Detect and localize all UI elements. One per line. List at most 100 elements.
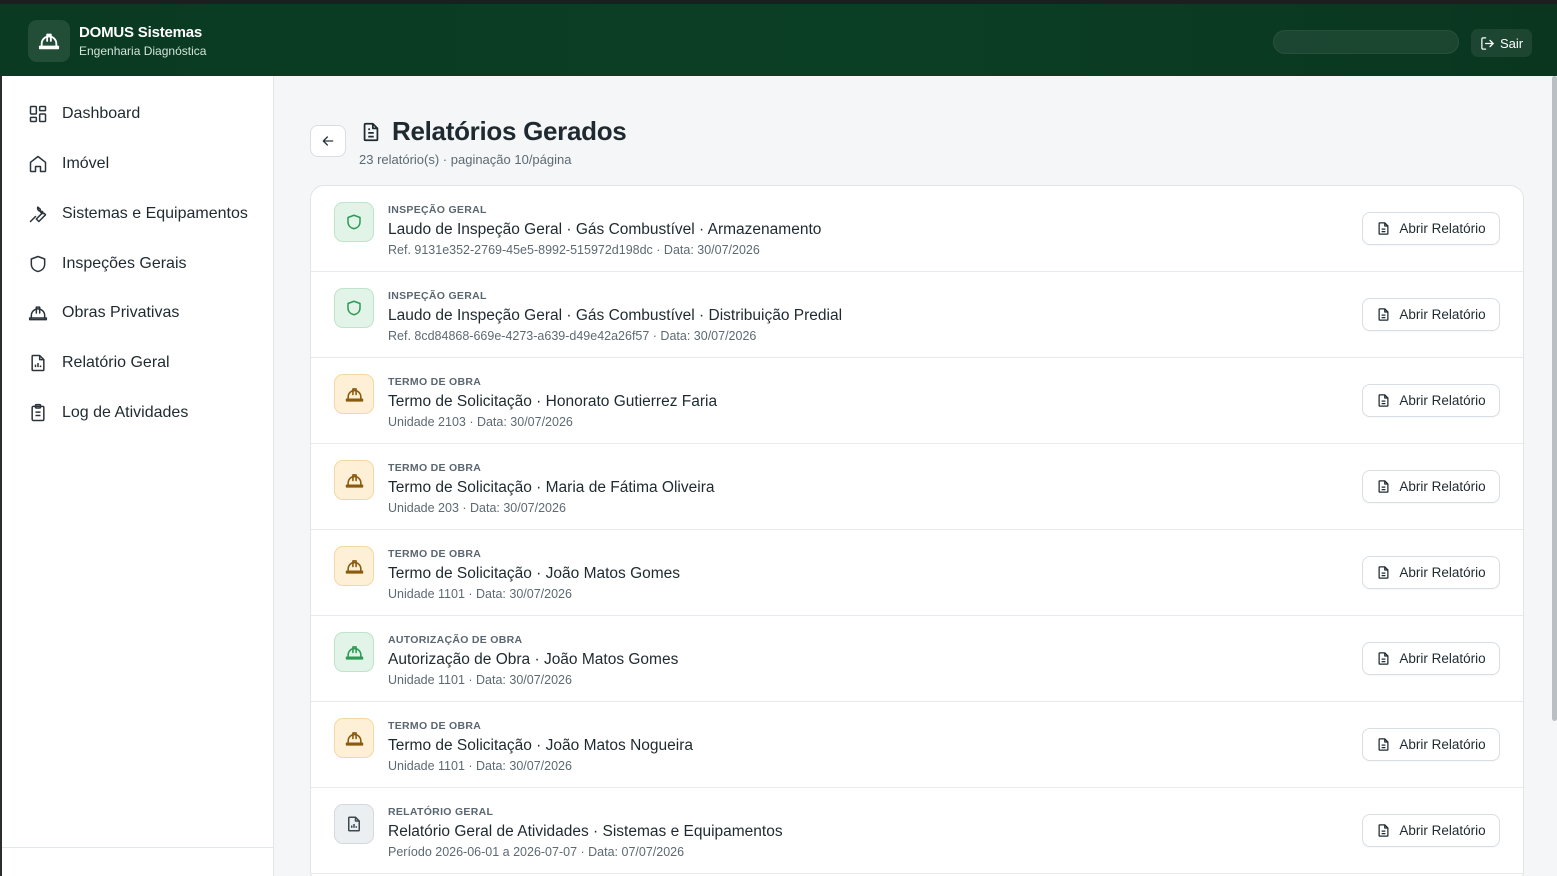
list-item: RELATÓRIO GERAL Relatório Geral de Ativi…: [311, 788, 1523, 874]
hard-hat-icon: [334, 546, 374, 586]
list-item: AUTORIZAÇÃO DE OBRA Autorização de Obra …: [311, 616, 1523, 702]
hard-hat-icon: [334, 632, 374, 672]
sidebar-item-label: Dashboard: [62, 105, 141, 122]
report-title: Termo de Solicitação · João Matos Gomes: [388, 565, 681, 582]
open-report-button[interactable]: Abrir Relatório: [1362, 298, 1500, 331]
list-item: TERMO DE OBRA Termo de Solicitação · Joã…: [311, 530, 1523, 616]
sidebar-item-label: Relatório Geral: [62, 354, 170, 371]
list-item: TERMO DE OBRA Termo de Solicitação · Hon…: [311, 358, 1523, 444]
sidebar-item-sistemas[interactable]: Sistemas e Equipamentos: [28, 199, 248, 229]
report-title: Termo de Solicitação · Honorato Gutierre…: [388, 393, 718, 410]
app-subtitle: Engenharia Diagnóstica: [79, 44, 207, 58]
open-report-button[interactable]: Abrir Relatório: [1362, 728, 1500, 761]
document-icon: [1378, 308, 1389, 321]
hard-hat-icon: [28, 20, 70, 62]
open-report-button[interactable]: Abrir Relatório: [1362, 384, 1500, 417]
document-icon: [1378, 394, 1389, 407]
report-meta: Unidade 1101 · Data: 30/07/2026: [388, 587, 572, 601]
sidebar-item-label: Log de Atividades: [62, 404, 189, 421]
open-report-label: Abrir Relatório: [1399, 737, 1486, 752]
open-report-label: Abrir Relatório: [1399, 823, 1486, 838]
list-item: TERMO DE OBRA Termo de Solicitação · Joã…: [311, 702, 1523, 788]
document-icon: [1378, 738, 1389, 751]
document-icon: [1378, 480, 1389, 493]
sidebar-item-label: Sistemas e Equipamentos: [62, 205, 248, 222]
shield-icon: [334, 202, 374, 242]
hard-hat-icon: [334, 718, 374, 758]
sidebar-item-label: Inspeções Gerais: [62, 255, 187, 272]
scrollbar[interactable]: [1552, 76, 1557, 721]
dashboard-icon: [29, 105, 47, 123]
report-type: TERMO DE OBRA: [388, 720, 482, 732]
report-meta: Ref. 8cd84868-669e-4273-a639-d49e42a26f5…: [388, 329, 757, 343]
sidebar-divider: [2, 847, 274, 848]
open-report-button[interactable]: Abrir Relatório: [1362, 212, 1500, 245]
report-type: AUTORIZAÇÃO DE OBRA: [388, 634, 523, 646]
wrench-icon: [29, 206, 47, 223]
sidebar-item-obras[interactable]: Obras Privativas: [28, 298, 179, 328]
search-input[interactable]: [1273, 30, 1459, 54]
list-item: TERMO DE OBRA Termo de Solicitação · Mar…: [311, 444, 1523, 530]
report-icon: [31, 354, 45, 372]
report-title: Laudo de Inspeção Geral · Gás Combustíve…: [388, 307, 843, 324]
report-meta: Período 2026-06-01 a 2026-07-07 · Data: …: [388, 845, 685, 859]
open-report-label: Abrir Relatório: [1399, 479, 1486, 494]
report-title: Termo de Solicitação · Maria de Fátima O…: [388, 479, 715, 496]
sidebar-item-label: Obras Privativas: [62, 304, 180, 321]
shield-icon: [334, 288, 374, 328]
page-subtitle: 23 relatório(s) · paginação 10/página: [359, 152, 572, 167]
document-icon: [1378, 652, 1389, 665]
clipboard-icon: [31, 403, 45, 422]
arrow-left-icon: [322, 136, 334, 146]
logout-icon: [1481, 36, 1494, 50]
document-icon: [1378, 824, 1389, 837]
report-type: TERMO DE OBRA: [388, 548, 482, 560]
back-button[interactable]: [310, 125, 346, 157]
sidebar-item-dashboard[interactable]: Dashboard: [28, 99, 140, 129]
report-list: INSPEÇÃO GERAL Laudo de Inspeção Geral ·…: [310, 185, 1524, 876]
open-report-button[interactable]: Abrir Relatório: [1362, 642, 1500, 675]
report-title: Autorização de Obra · João Matos Gomes: [388, 651, 679, 668]
open-report-button[interactable]: Abrir Relatório: [1362, 556, 1500, 589]
sidebar-item-label: Imóvel: [62, 155, 110, 172]
open-report-button[interactable]: Abrir Relatório: [1362, 814, 1500, 847]
document-icon: [363, 122, 379, 141]
open-report-label: Abrir Relatório: [1399, 221, 1486, 236]
report-type: RELATÓRIO GERAL: [388, 806, 494, 818]
open-report-label: Abrir Relatório: [1399, 565, 1486, 580]
sidebar-item-relatorio[interactable]: Relatório Geral: [28, 348, 170, 378]
report-type: INSPEÇÃO GERAL: [388, 290, 487, 302]
document-icon: [1378, 222, 1389, 235]
hard-hat-icon: [334, 374, 374, 414]
sidebar: Dashboard Imóvel Sistemas e Equipamentos…: [0, 76, 274, 876]
page-title-text: Relatórios Gerados: [392, 116, 627, 146]
home-icon: [29, 155, 47, 173]
open-report-label: Abrir Relatório: [1399, 393, 1486, 408]
report-type: TERMO DE OBRA: [388, 462, 482, 474]
app-title: DOMUS Sistemas: [79, 24, 203, 41]
hard-hat-icon: [334, 460, 374, 500]
sidebar-item-log[interactable]: Log de Atividades: [28, 398, 188, 428]
top-bar: DOMUS Sistemas Engenharia Diagnóstica Sa…: [0, 0, 1557, 76]
sidebar-item-inspecoes[interactable]: Inspeções Gerais: [28, 249, 187, 279]
open-report-label: Abrir Relatório: [1399, 307, 1486, 322]
report-meta: Unidade 1101 · Data: 30/07/2026: [388, 759, 572, 773]
report-meta: Ref. 9131e352-2769-45e5-8992-515972d198d…: [388, 243, 760, 257]
report-meta: Unidade 2103 · Data: 30/07/2026: [388, 415, 573, 429]
page-title: Relatórios Gerados: [360, 116, 627, 147]
report-icon: [334, 804, 374, 844]
report-meta: Unidade 1101 · Data: 30/07/2026: [388, 673, 572, 687]
report-title: Relatório Geral de Atividades · Sistemas…: [388, 823, 783, 840]
document-icon: [1378, 566, 1389, 579]
list-item: INSPEÇÃO GERAL Laudo de Inspeção Geral ·…: [311, 272, 1523, 358]
report-type: INSPEÇÃO GERAL: [388, 204, 487, 216]
sidebar-item-imovel[interactable]: Imóvel: [28, 149, 109, 179]
hard-hat-icon: [28, 306, 48, 321]
report-title: Laudo de Inspeção Geral · Gás Combustíve…: [388, 221, 822, 238]
open-report-button[interactable]: Abrir Relatório: [1362, 470, 1500, 503]
report-meta: Unidade 203 · Data: 30/07/2026: [388, 501, 566, 515]
brand: DOMUS Sistemas Engenharia Diagnóstica: [79, 24, 206, 58]
logout-button[interactable]: Sair: [1471, 29, 1532, 57]
shield-icon: [30, 255, 46, 273]
logout-label: Sair: [1499, 35, 1524, 51]
